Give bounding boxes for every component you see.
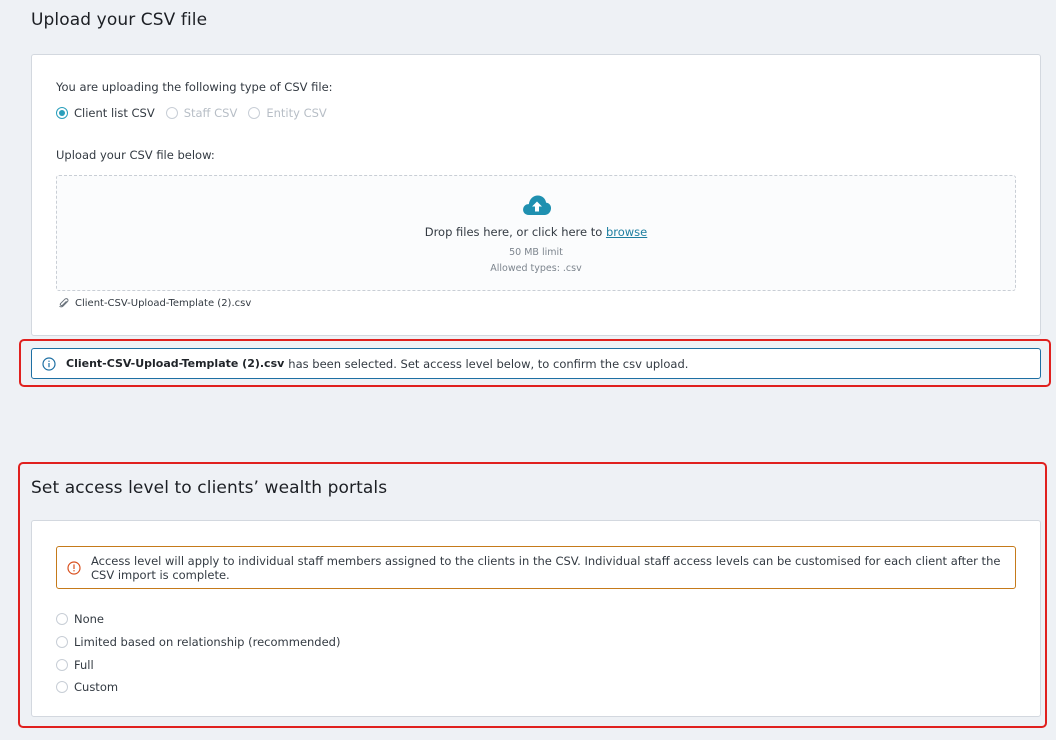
dropzone-instruction: Drop files here, or click here to — [424, 225, 606, 239]
dropzone-text: Drop files here, or click here to browse — [57, 225, 1015, 239]
access-level-radio-group: None Limited based on relationship (reco… — [56, 608, 340, 699]
upload-card: You are uploading the following type of … — [31, 54, 1041, 336]
radio-label: Limited based on relationship (recommend… — [74, 635, 341, 650]
radio-label: Custom — [74, 680, 119, 695]
radio-staff-csv[interactable]: Staff CSV — [165, 106, 238, 120]
attached-file-name: Client-CSV-Upload-Template (2).csv — [75, 298, 252, 309]
warning-icon — [67, 560, 81, 575]
radio-button[interactable] — [56, 658, 68, 671]
access-option-custom[interactable]: Custom — [56, 676, 340, 699]
csv-type-radio-group: Client list CSV Staff CSV Entity CSV — [56, 106, 338, 120]
radio-label: Full — [74, 657, 94, 672]
access-option-limited[interactable]: Limited based on relationship (recommend… — [56, 631, 340, 654]
warning-text: Access level will apply to individual st… — [91, 553, 1001, 582]
radio-label: Client list CSV — [74, 106, 155, 120]
access-option-full[interactable]: Full — [56, 653, 340, 676]
access-section-title: Set access level to clients’ wealth port… — [31, 478, 388, 498]
radio-button[interactable] — [56, 636, 68, 649]
size-limit-text: 50 MB limit — [509, 247, 563, 258]
upload-prompt: Upload your CSV file below: — [56, 148, 215, 162]
csv-type-prompt: You are uploading the following type of … — [56, 80, 333, 94]
radio-client-list-csv[interactable]: Client list CSV — [56, 106, 155, 120]
radio-button[interactable] — [248, 107, 261, 119]
access-option-none[interactable]: None — [56, 608, 340, 631]
warning-banner: Access level will apply to individual st… — [56, 546, 1016, 589]
paperclip-icon — [59, 298, 69, 309]
info-banner: Client-CSV-Upload-Template (2).csv has b… — [31, 348, 1041, 379]
radio-button[interactable] — [56, 613, 68, 626]
info-icon — [42, 356, 56, 371]
info-message: has been selected. Set access level belo… — [288, 356, 689, 371]
info-filename: Client-CSV-Upload-Template (2).csv — [66, 357, 285, 370]
cloud-upload-icon — [522, 194, 552, 220]
radio-button[interactable] — [165, 107, 178, 119]
file-dropzone[interactable]: Drop files here, or click here to browse… — [56, 175, 1016, 291]
radio-button[interactable] — [56, 107, 68, 119]
browse-link[interactable]: browse — [606, 225, 647, 239]
upload-section-title: Upload your CSV file — [31, 10, 208, 30]
attached-file: Client-CSV-Upload-Template (2).csv — [59, 298, 251, 309]
allowed-types-text: Allowed types: .csv — [490, 263, 582, 274]
access-card: Access level will apply to individual st… — [31, 520, 1041, 717]
radio-label: None — [74, 612, 105, 627]
radio-label: Entity CSV — [266, 106, 327, 120]
radio-button[interactable] — [56, 681, 68, 694]
radio-entity-csv[interactable]: Entity CSV — [248, 106, 327, 120]
radio-label: Staff CSV — [183, 106, 238, 120]
